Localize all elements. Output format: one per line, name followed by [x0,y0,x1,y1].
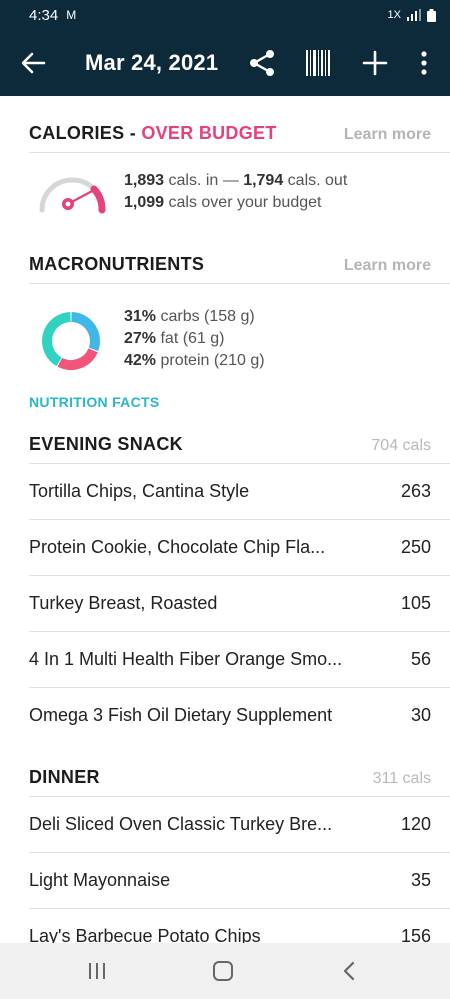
food-cals: 35 [410,869,431,890]
donut-segment-fat [57,348,98,370]
status-indicators: 1X [387,8,436,22]
carbs-percent: 31% [124,308,157,325]
divider [29,152,450,153]
food-name: 4 In 1 Multi Health Fiber Orange Smo... [29,648,343,669]
battery-icon [427,8,436,22]
macros-learn-more-link[interactable]: Learn more [344,257,431,275]
macros-donut-chart [42,312,100,370]
food-cals: 263 [400,480,431,501]
food-name: Deli Sliced Oven Classic Turkey Bre... [29,813,333,834]
mail-icon: M [66,8,77,22]
evening-snack-header: EVENING SNACK 704 cals [29,434,431,455]
macros-summary: 31% carbs (158 g) 27% fat (61 g) 42% pro… [124,308,265,369]
food-name: Protein Cookie, Chocolate Chip Fla... [29,536,326,557]
food-cals: 250 [400,536,431,557]
evening-snack-title: EVENING SNACK [29,434,183,454]
dinner-cals: 311 cals [372,770,431,787]
food-name: Turkey Breast, Roasted [29,592,218,613]
date-title[interactable]: Mar 24, 2021 [85,50,218,76]
food-cals: 56 [410,648,431,669]
signal-icon [407,9,421,21]
calories-learn-more-link[interactable]: Learn more [344,126,431,144]
back-arrow-icon[interactable] [20,50,46,76]
food-cals: 120 [400,813,431,834]
food-cals: 105 [400,592,431,613]
barcode-icon[interactable] [306,50,330,76]
recents-icon[interactable] [87,962,107,980]
food-name: Tortilla Chips, Cantina Style [29,480,250,501]
food-row[interactable]: Light Mayonnaise 35 [29,852,431,908]
food-row[interactable]: Turkey Breast, Roasted 105 [29,575,431,631]
calories-header: CALORIES - OVER BUDGET Learn more [29,123,431,144]
over-budget-label: OVER BUDGET [141,123,277,143]
protein-percent: 42% [124,352,157,369]
status-time: 4:34 [29,6,59,24]
dinner-title: DINNER [29,767,100,787]
add-icon[interactable] [362,50,388,76]
food-cals: 30 [410,704,431,725]
calories-title: CALORIES - OVER BUDGET [29,123,277,143]
food-row[interactable]: Deli Sliced Oven Classic Turkey Bre... 1… [29,796,431,852]
share-icon[interactable] [248,49,276,77]
fat-percent: 27% [124,330,157,347]
food-name: Omega 3 Fish Oil Dietary Supplement [29,704,333,725]
macros-header: MACRONUTRIENTS Learn more [29,254,431,275]
cals-in-value: 1,893 [124,172,165,189]
food-name: Light Mayonnaise [29,869,171,890]
food-row[interactable]: Tortilla Chips, Cantina Style 263 [29,463,431,519]
nav-back-icon[interactable] [340,961,358,981]
calorie-gauge-icon [39,177,106,214]
divider [29,283,450,284]
donut-segment-protein [42,312,71,367]
donut-segment-carbs [71,312,100,352]
food-row[interactable]: Omega 3 Fish Oil Dietary Supplement 30 [29,687,431,743]
home-icon[interactable] [212,960,234,982]
network-label: 1X [387,9,401,21]
nutrition-facts-link[interactable]: NUTRITION FACTS [29,394,160,410]
food-row[interactable]: Protein Cookie, Chocolate Chip Fla... 25… [29,519,431,575]
more-vert-icon[interactable] [414,50,434,76]
system-nav-bar [0,943,450,999]
status-bar: 4:34 M 1X [0,0,450,30]
food-row[interactable]: 4 In 1 Multi Health Fiber Orange Smo... … [29,631,431,687]
app-bar: Mar 24, 2021 [0,30,450,96]
calorie-summary: 1,893 cals. in — 1,794 cals. out 1,099 c… [124,172,348,211]
evening-snack-cals: 704 cals [371,437,431,454]
cals-out-value: 1,794 [243,172,284,189]
dinner-header: DINNER 311 cals [29,767,431,788]
macros-title: MACRONUTRIENTS [29,254,205,274]
cals-over-value: 1,099 [124,194,165,211]
